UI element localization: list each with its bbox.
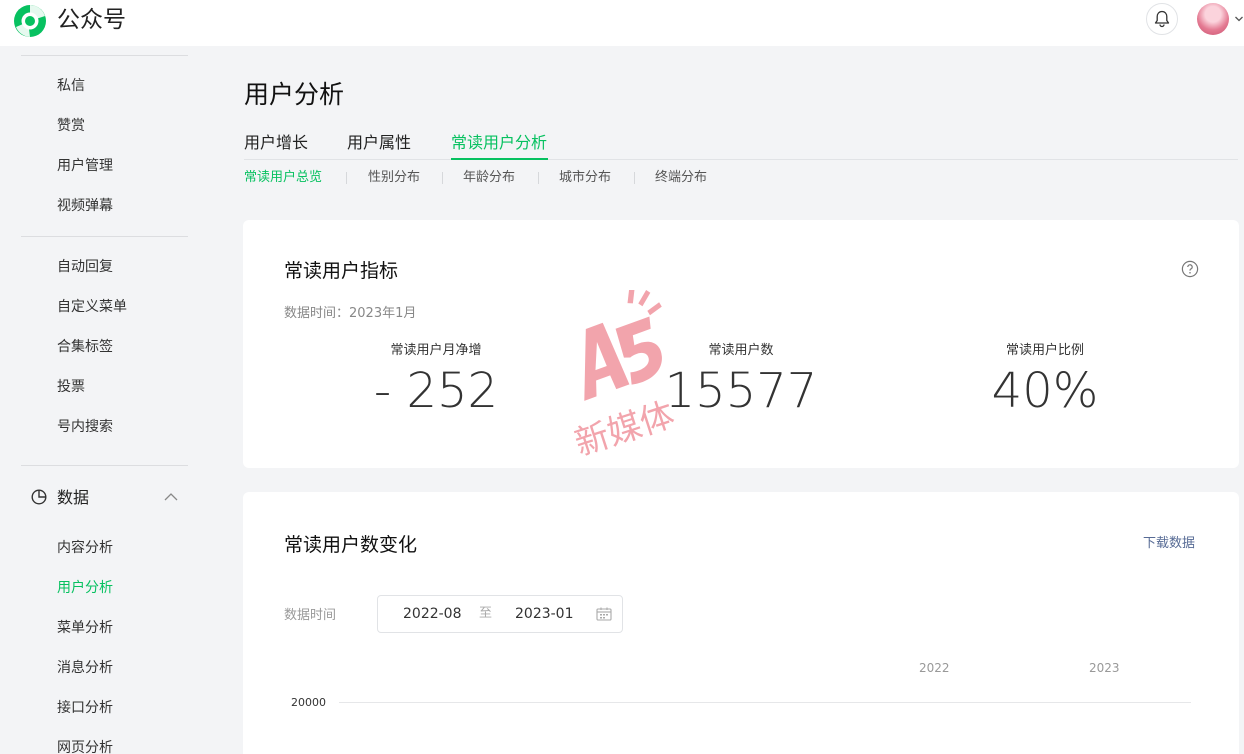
- metric-label: 常读用户月净增: [390, 343, 482, 358]
- subtab-age[interactable]: 年龄分布: [463, 168, 515, 188]
- trend-card: 常读用户数变化 下载数据 数据时间 2022-08 至 2023-01 2022…: [243, 492, 1239, 754]
- subtab-separator: [442, 172, 443, 184]
- sidebar-item-video-danmaku[interactable]: 视频弹幕: [57, 196, 113, 216]
- wechat-mp-logo-icon[interactable]: [12, 3, 48, 39]
- metric-frequent-reader-ratio: 常读用户比例 40%: [895, 342, 1195, 420]
- sidebar-item-vote[interactable]: 投票: [57, 377, 85, 397]
- chart-grid-line: [339, 702, 1191, 703]
- range-label: 数据时间: [284, 608, 337, 623]
- tab-bar: 用户增长 用户属性 常读用户分析: [244, 130, 1238, 160]
- top-bar: 公众号: [0, 0, 1244, 46]
- avatar[interactable]: [1197, 3, 1229, 35]
- sidebar-item-user-analysis[interactable]: 用户分析: [57, 578, 113, 598]
- metrics-card: 常读用户指标 数据时间：2023年1月 常读用户月净增 - 252 常读用户数 …: [243, 220, 1239, 468]
- metric-frequent-readers: 常读用户数 15577: [591, 342, 891, 420]
- subtab-overview[interactable]: 常读用户总览: [244, 168, 322, 188]
- subtab-separator: [346, 172, 347, 184]
- sidebar-item-content-analysis[interactable]: 内容分析: [57, 538, 113, 558]
- tab-frequent-reader-analysis[interactable]: 常读用户分析: [451, 132, 547, 154]
- metric-label: 常读用户比例: [1005, 343, 1084, 358]
- tab-user-attributes[interactable]: 用户属性: [347, 132, 411, 154]
- metric-label: 常读用户数: [708, 343, 774, 358]
- bell-icon: [1154, 10, 1170, 28]
- chevron-down-icon[interactable]: [1234, 14, 1244, 24]
- subtab-city[interactable]: 城市分布: [559, 168, 611, 188]
- calendar-icon[interactable]: [596, 607, 612, 621]
- range-separator: 至: [479, 606, 493, 621]
- notification-button[interactable]: [1146, 3, 1178, 35]
- chart-year-label: 2023: [1089, 661, 1120, 675]
- sidebar-item-custom-menu[interactable]: 自定义菜单: [57, 297, 127, 317]
- sidebar-group-data[interactable]: 数据: [30, 486, 180, 510]
- sidebar-divider: [21, 465, 188, 466]
- metric-value: - 252: [373, 363, 499, 419]
- download-data-link[interactable]: 下载数据: [1143, 534, 1195, 554]
- subtab-separator: [538, 172, 539, 184]
- sidebar-divider: [21, 236, 188, 237]
- date-range-picker[interactable]: 2022-08 至 2023-01: [377, 595, 623, 633]
- metrics-card-title: 常读用户指标: [284, 260, 399, 282]
- range-end-input[interactable]: 2023-01: [515, 605, 574, 623]
- metric-monthly-net-increase: 常读用户月净增 - 252: [286, 342, 586, 420]
- subtab-gender[interactable]: 性别分布: [368, 168, 420, 188]
- subtab-device[interactable]: 终端分布: [655, 168, 707, 188]
- sidebar-item-private-message[interactable]: 私信: [57, 76, 85, 96]
- pie-chart-icon: [31, 489, 47, 505]
- range-start-input[interactable]: 2022-08: [403, 605, 462, 623]
- sidebar-item-auto-reply[interactable]: 自动回复: [57, 257, 113, 277]
- sidebar-item-user-management[interactable]: 用户管理: [57, 156, 113, 176]
- sidebar-divider: [21, 55, 188, 56]
- sidebar-item-message-analysis[interactable]: 消息分析: [57, 658, 113, 678]
- sidebar: 私信 赞赏 用户管理 视频弹幕 自动回复 自定义菜单 合集标签 投票 号内搜索 …: [0, 46, 210, 754]
- chevron-up-icon[interactable]: [163, 491, 179, 503]
- active-tab-indicator: [451, 158, 548, 160]
- tab-user-growth[interactable]: 用户增长: [244, 132, 308, 154]
- help-icon[interactable]: [1181, 260, 1199, 278]
- metric-value: 15577: [664, 363, 818, 419]
- data-time: 数据时间：2023年1月: [284, 306, 417, 321]
- brand-name[interactable]: 公众号: [57, 6, 126, 34]
- chart-y-tick: 20000: [291, 696, 326, 709]
- sidebar-item-collection-tags[interactable]: 合集标签: [57, 337, 113, 357]
- sidebar-item-webpage-analysis[interactable]: 网页分析: [57, 738, 113, 754]
- subtab-separator: [634, 172, 635, 184]
- trend-card-title: 常读用户数变化: [284, 534, 418, 556]
- metric-value: 40%: [991, 363, 1099, 419]
- sidebar-item-api-analysis[interactable]: 接口分析: [57, 698, 113, 718]
- chart-year-label: 2022: [919, 661, 950, 675]
- sidebar-item-in-account-search[interactable]: 号内搜索: [57, 417, 113, 437]
- page-title: 用户分析: [244, 80, 345, 109]
- sidebar-item-reward[interactable]: 赞赏: [57, 116, 85, 136]
- sidebar-item-menu-analysis[interactable]: 菜单分析: [57, 618, 113, 638]
- sidebar-group-label: 数据: [57, 488, 90, 507]
